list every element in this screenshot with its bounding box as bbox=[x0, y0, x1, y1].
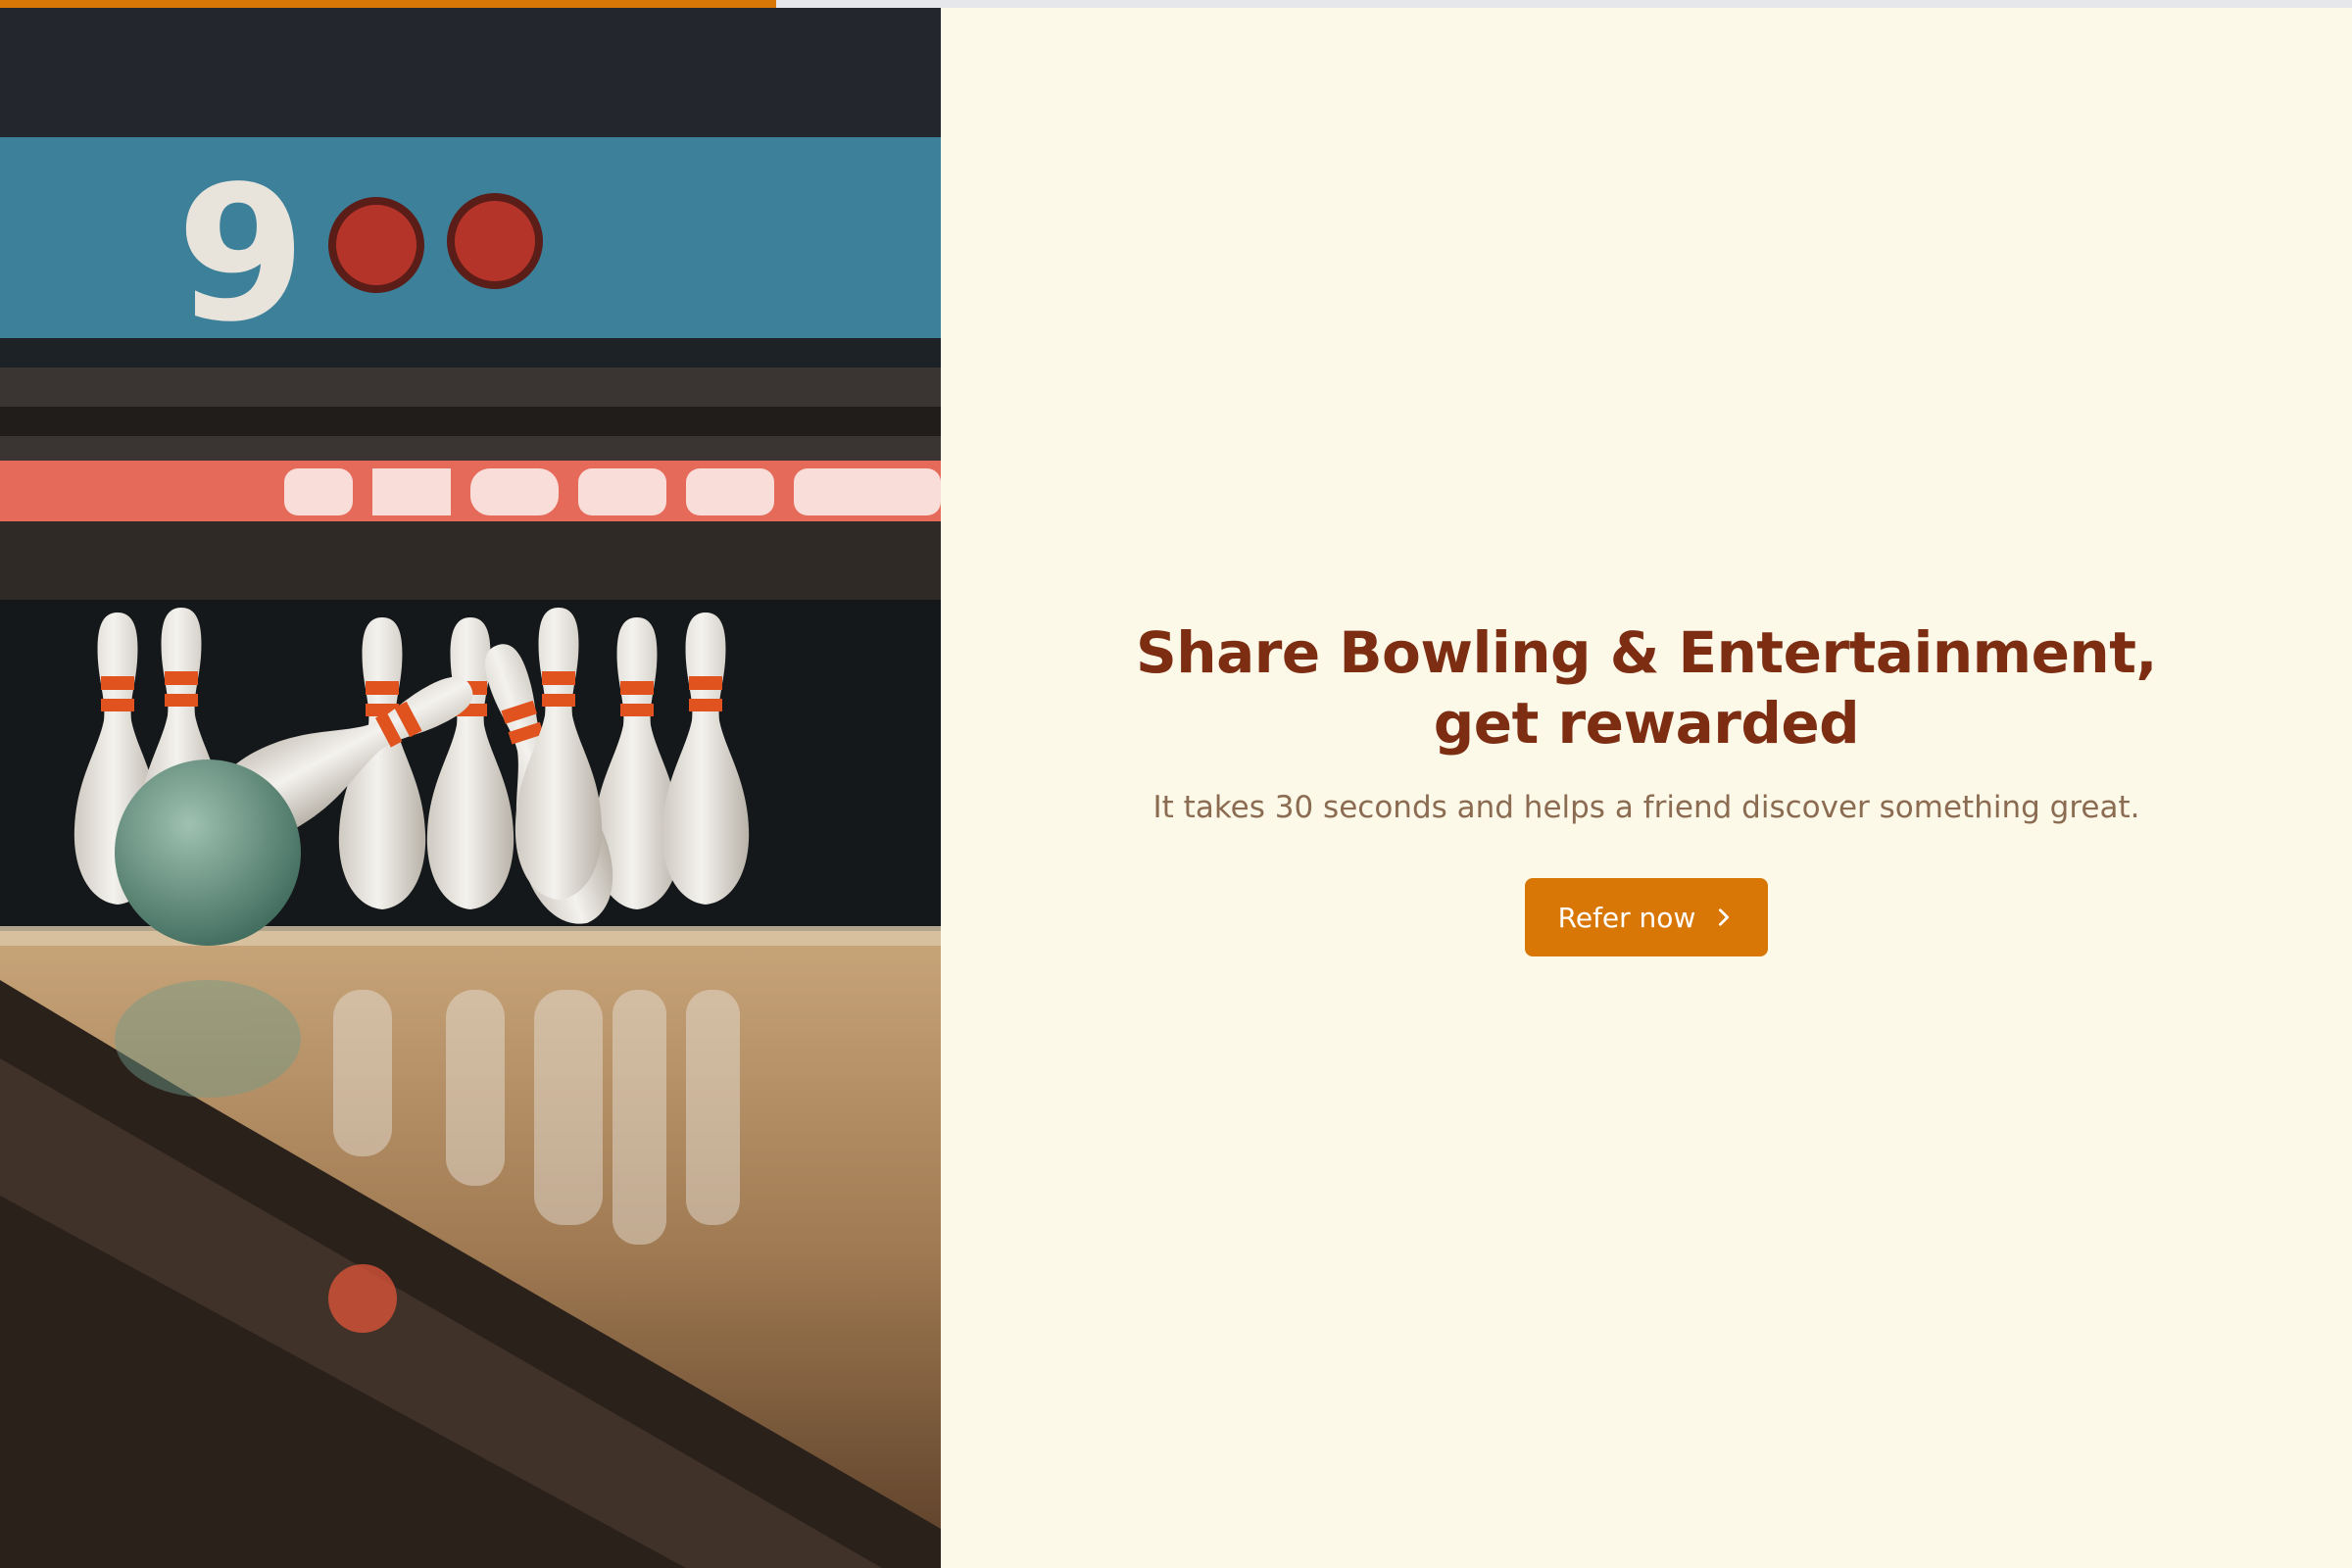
bowling-pins-photo: 9 bbox=[0, 0, 941, 1568]
scoreboard-number: 9 bbox=[176, 146, 306, 363]
headline: Share Bowling & Entertainment, get rewar… bbox=[1136, 619, 2157, 757]
refer-now-label: Refer now bbox=[1557, 901, 1696, 934]
referral-panel: Share Bowling & Entertainment, get rewar… bbox=[941, 0, 2352, 1568]
chevron-right-icon bbox=[1719, 908, 1730, 926]
subtext: It takes 30 seconds and helps a friend d… bbox=[1152, 790, 2140, 825]
refer-now-button[interactable]: Refer now bbox=[1525, 878, 1768, 956]
hero-image: 9 bbox=[0, 0, 941, 1568]
progress-bar bbox=[0, 0, 2352, 8]
progress-bar-fill bbox=[0, 0, 776, 8]
bowling-ball bbox=[115, 760, 301, 946]
